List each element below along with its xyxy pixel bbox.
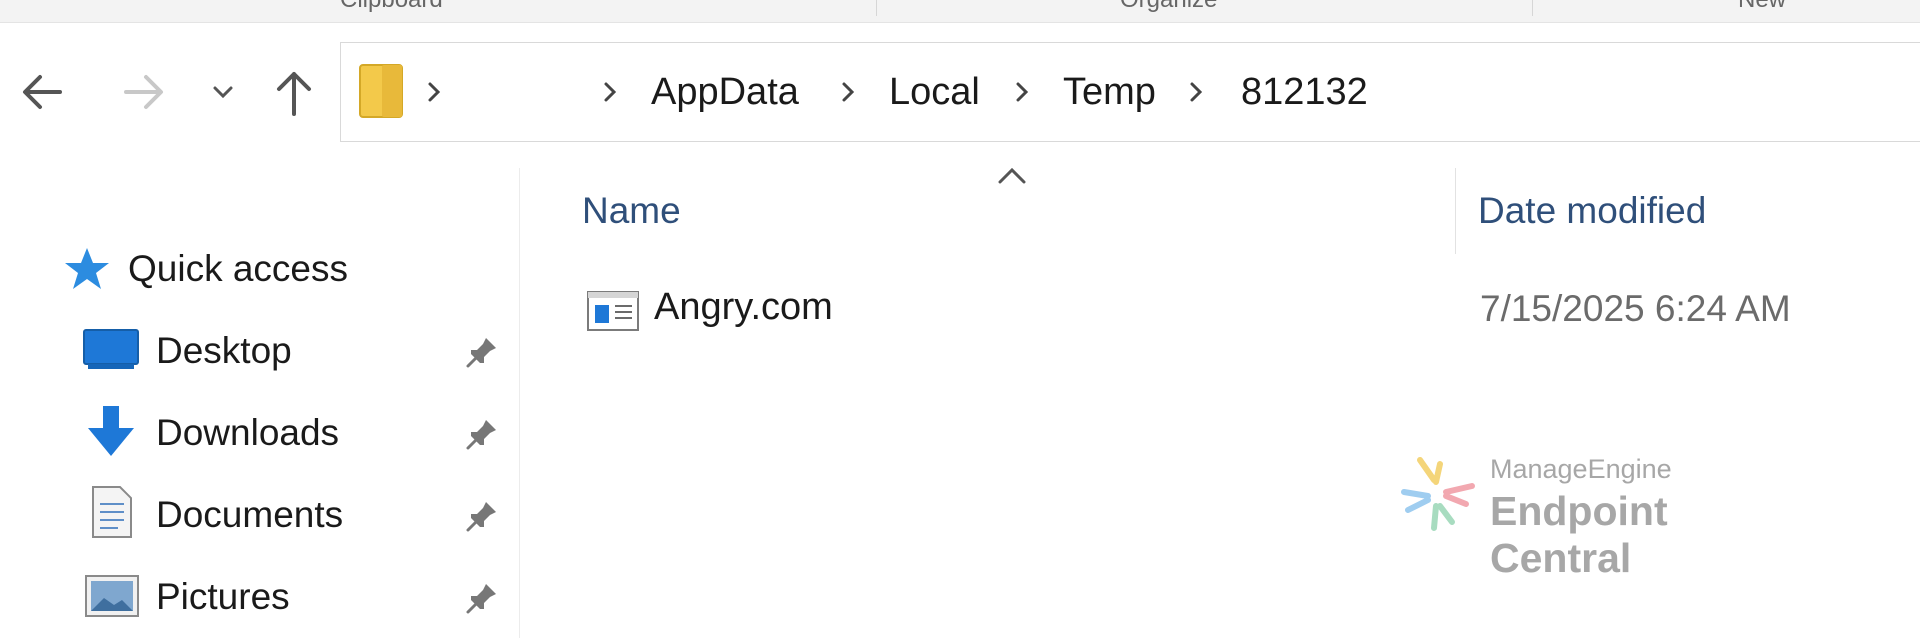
manageengine-logo-icon (1401, 457, 1475, 531)
forward-button[interactable] (114, 62, 174, 122)
downloads-icon (88, 406, 134, 456)
pin-icon[interactable] (462, 332, 502, 372)
file-name: Angry.com (654, 286, 833, 328)
breadcrumb-temp[interactable]: Temp (1063, 71, 1156, 114)
pictures-icon (85, 575, 139, 617)
ribbon-divider (1532, 0, 1533, 16)
nav-label-pictures: Pictures (156, 576, 290, 617)
nav-label-downloads: Downloads (156, 412, 340, 453)
chevron-right-icon[interactable] (1009, 79, 1035, 105)
back-button[interactable] (12, 62, 72, 122)
nav-label-quick-access: Quick access (128, 248, 349, 289)
ribbon-group-new: New (1738, 0, 1786, 14)
chevron-right-icon[interactable] (597, 79, 623, 105)
up-button[interactable] (264, 62, 324, 122)
arrow-up-icon (277, 72, 311, 116)
sort-ascending-icon (998, 167, 1026, 184)
watermark-brand: ManageEngine (1490, 454, 1672, 484)
documents-icon (92, 486, 132, 538)
nav-item-quick-access[interactable]: Quick access (0, 236, 520, 298)
ribbon-divider (876, 0, 877, 16)
navigation-pane: Quick access Desktop Downloads Documents (0, 168, 520, 638)
address-bar[interactable]: AppData Local Temp 812132 (340, 42, 1920, 142)
ribbon-group-clipboard: Clipboard (340, 0, 443, 14)
watermark-product: Endpoint Central (1490, 488, 1668, 581)
breadcrumb-local[interactable]: Local (889, 71, 980, 114)
arrow-left-icon (23, 75, 62, 109)
nav-label-desktop: Desktop (156, 330, 292, 371)
chevron-right-icon[interactable] (421, 79, 447, 105)
column-header-date-modified[interactable]: Date modified (1478, 190, 1706, 232)
ribbon-strip: Clipboard Organize New (0, 0, 1920, 23)
pin-icon[interactable] (462, 578, 502, 618)
column-header-name[interactable]: Name (582, 190, 681, 232)
chevron-down-icon (213, 86, 233, 99)
application-file-icon (587, 291, 639, 331)
folder-icon (359, 64, 403, 118)
pin-icon[interactable] (462, 496, 502, 536)
breadcrumb-appdata[interactable]: AppData (651, 71, 799, 114)
nav-item-desktop[interactable]: Desktop (0, 318, 520, 380)
nav-item-pictures[interactable]: Pictures (0, 564, 520, 626)
star-icon (65, 248, 109, 289)
desktop-icon (83, 329, 139, 369)
file-list-row[interactable]: Angry.com 7/15/2025 6:24 AM (572, 282, 1920, 344)
ribbon-group-organize: Organize (1120, 0, 1217, 14)
chevron-right-icon[interactable] (835, 79, 861, 105)
watermark: ManageEngine Endpoint Central (1400, 450, 1820, 581)
file-date-modified: 7/15/2025 6:24 AM (1480, 288, 1791, 329)
arrow-right-icon (124, 75, 163, 109)
pin-icon[interactable] (462, 414, 502, 454)
column-divider[interactable] (1455, 168, 1456, 254)
nav-item-downloads[interactable]: Downloads (0, 400, 520, 462)
chevron-right-icon[interactable] (1183, 79, 1209, 105)
recent-locations-button[interactable] (194, 62, 252, 122)
breadcrumb-current-folder[interactable]: 812132 (1241, 71, 1368, 114)
nav-label-documents: Documents (156, 494, 344, 535)
nav-item-documents[interactable]: Documents (0, 482, 520, 544)
